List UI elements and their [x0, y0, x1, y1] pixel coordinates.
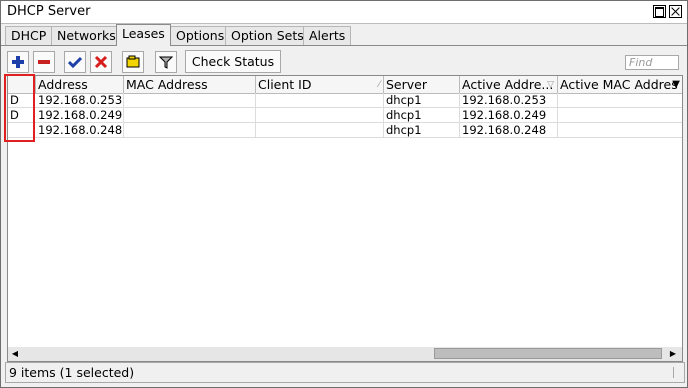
tab-alerts[interactable]: Alerts: [303, 26, 352, 45]
column-header-active-address[interactable]: Active Addre... ▽: [460, 76, 558, 93]
column-header-active-mac-address-label: Active MAC Addres: [560, 77, 678, 92]
tab-bar: DHCP Networks Leases Options Option Sets…: [1, 24, 687, 46]
row-server: dhcp1: [384, 108, 460, 123]
maximize-button[interactable]: [653, 5, 666, 18]
row-active-mac-address: [558, 123, 682, 138]
row-client-id: [256, 123, 384, 138]
row-address: 192.168.0.253: [36, 93, 124, 108]
row-mac-address: [124, 123, 256, 138]
tab-networks[interactable]: Networks: [51, 26, 122, 45]
column-header-client-id[interactable]: Client ID ⁄: [256, 76, 384, 93]
add-button[interactable]: [7, 51, 29, 73]
resize-grip-icon[interactable]: [673, 367, 682, 378]
plus-icon: [12, 56, 24, 68]
remove-button[interactable]: [33, 51, 55, 73]
scroll-left-icon[interactable]: ◀: [10, 349, 20, 359]
toolbar: Check Status: [1, 47, 687, 75]
column-header-active-address-label: Active Addre...: [462, 77, 554, 92]
sort-icon: ⁄: [378, 80, 380, 90]
row-address: 192.168.0.249: [36, 108, 124, 123]
row-client-id: [256, 108, 384, 123]
table-header: Address MAC Address Client ID ⁄ Server A…: [8, 76, 682, 94]
tab-divider: [1, 45, 687, 46]
comment-button[interactable]: [122, 51, 144, 73]
row-mac-address: [124, 108, 256, 123]
tab-option-sets[interactable]: Option Sets: [225, 26, 310, 45]
enable-button[interactable]: [64, 51, 86, 73]
column-header-active-mac-address[interactable]: Active MAC Addres ▼: [558, 76, 682, 93]
highlight-box: [4, 74, 35, 142]
status-bar: 9 items (1 selected): [5, 362, 685, 383]
sort-icon: ▽: [547, 80, 554, 90]
row-active-address: 192.168.0.249: [460, 108, 558, 123]
note-icon: [126, 55, 140, 68]
column-header-mac-address[interactable]: MAC Address: [124, 76, 256, 93]
find-input[interactable]: [625, 55, 679, 70]
tab-dhcp[interactable]: DHCP: [5, 26, 53, 45]
row-server: dhcp1: [384, 123, 460, 138]
minus-icon: [38, 60, 50, 64]
row-mac-address: [124, 93, 256, 108]
row-active-address: 192.168.0.253: [460, 93, 558, 108]
window-title: DHCP Server: [7, 4, 91, 19]
scroll-right-icon[interactable]: ▶: [668, 349, 678, 359]
row-active-address: 192.168.0.248: [460, 123, 558, 138]
tab-leases[interactable]: Leases: [116, 24, 171, 46]
horizontal-scrollbar[interactable]: ◀ ▶: [7, 347, 683, 362]
row-server: dhcp1: [384, 93, 460, 108]
table-row[interactable]: D 192.168.0.253 dhcp1 192.168.0.253: [8, 93, 682, 108]
column-menu-arrow-icon[interactable]: ▼: [672, 76, 680, 93]
table-row[interactable]: 192.168.0.248 dhcp1 192.168.0.248: [8, 123, 682, 138]
column-header-address[interactable]: Address: [36, 76, 124, 93]
close-button[interactable]: [669, 5, 682, 18]
disable-button[interactable]: [90, 51, 112, 73]
row-client-id: [256, 93, 384, 108]
row-address: 192.168.0.248: [36, 123, 124, 138]
tab-options[interactable]: Options: [170, 26, 231, 45]
x-icon: [94, 55, 108, 69]
scrollbar-thumb[interactable]: [434, 348, 662, 359]
filter-icon: [159, 56, 173, 69]
row-active-mac-address: [558, 93, 682, 108]
dhcp-server-window: DHCP Server DHCP Networks Leases Options…: [0, 0, 688, 388]
table-row[interactable]: D 192.168.0.249 dhcp1 192.168.0.249: [8, 108, 682, 123]
title-bar[interactable]: DHCP Server: [1, 1, 687, 24]
column-header-server[interactable]: Server: [384, 76, 460, 93]
filter-button[interactable]: [155, 51, 177, 73]
leases-table: Address MAC Address Client ID ⁄ Server A…: [7, 75, 683, 349]
column-header-client-id-label: Client ID: [258, 77, 312, 92]
check-status-button[interactable]: Check Status: [185, 50, 281, 73]
check-icon: [68, 56, 82, 69]
row-active-mac-address: [558, 108, 682, 123]
status-text: 9 items (1 selected): [9, 365, 135, 380]
